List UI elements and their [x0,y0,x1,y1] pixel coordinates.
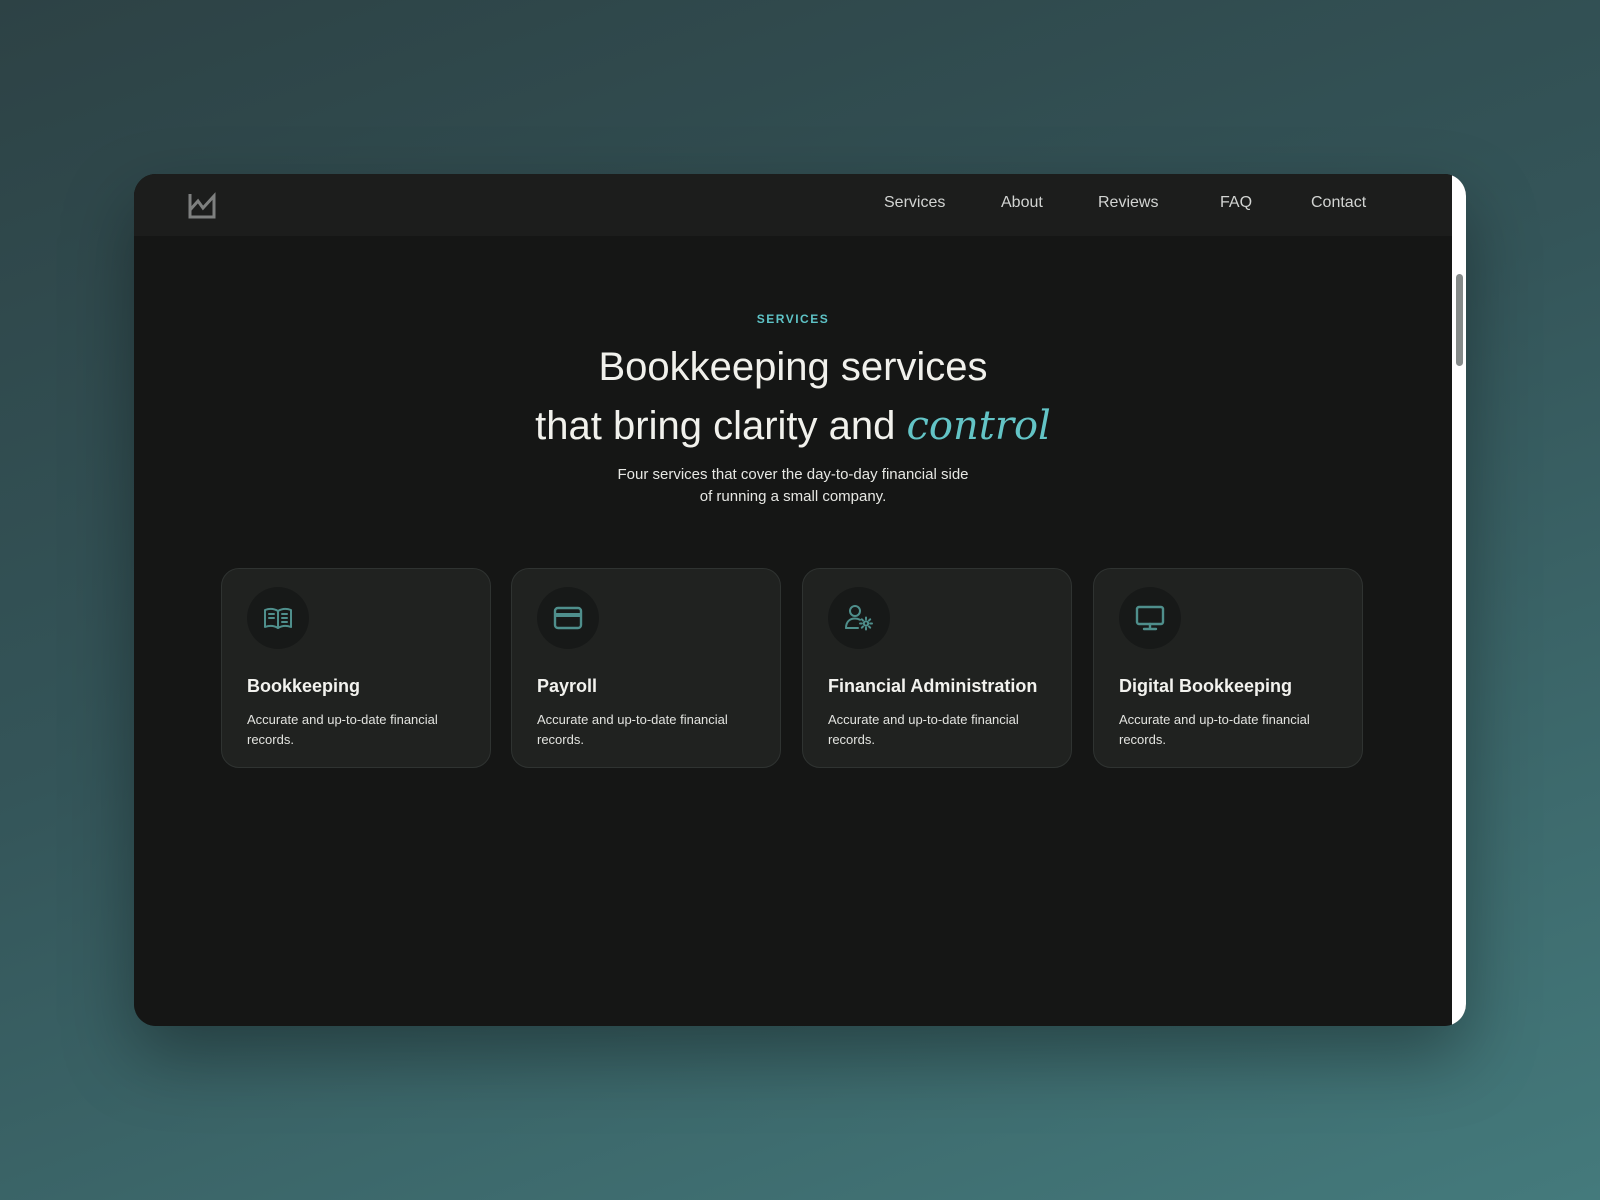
card-description: Accurate and up-to-date financial record… [537,712,728,747]
card-icon-badge [537,587,599,649]
service-card-financial-administration[interactable]: Financial Administration Accurate and up… [802,568,1072,768]
section-subtitle: Four services that cover the day-to-day … [134,464,1452,508]
card-icon-badge [828,587,890,649]
service-card-bookkeeping[interactable]: Bookkeeping Accurate and up-to-date fina… [221,568,491,768]
service-card-payroll[interactable]: Payroll Accurate and up-to-date financia… [511,568,781,768]
card-description: Accurate and up-to-date financial record… [828,712,1019,747]
nav-link-faq[interactable]: FAQ [1220,194,1252,212]
card-description: Accurate and up-to-date financial record… [1119,712,1310,747]
user-gear-icon [845,605,873,631]
section-headline: Bookkeeping services that bring clarity … [134,338,1452,456]
headline-line-2: that bring clarity and control [134,397,1452,456]
book-icon [264,607,292,629]
subtitle-line-1: Four services that cover the day-to-day … [617,466,969,483]
card-icon-badge [1119,587,1181,649]
card-title: Bookkeeping [247,676,361,696]
page-viewport: Services About Reviews FAQ Contact SERVI… [134,174,1452,1026]
top-navigation: Services About Reviews FAQ Contact [134,174,1452,236]
headline-line-2-text: that bring clarity and [535,404,896,448]
scrollbar-thumb[interactable] [1456,274,1463,366]
nav-link-contact[interactable]: Contact [1311,194,1366,212]
service-card-digital-bookkeeping[interactable]: Digital Bookkeeping Accurate and up-to-d… [1093,568,1363,768]
credit-card-icon [553,606,583,630]
card-title: Digital Bookkeeping [1119,676,1293,696]
vertical-scrollbar[interactable] [1452,174,1466,1026]
nav-link-about[interactable]: About [1001,194,1043,212]
nav-link-reviews[interactable]: Reviews [1098,194,1158,212]
section-eyebrow: SERVICES [756,312,830,326]
services-card-grid: Bookkeeping Accurate and up-to-date fina… [221,568,1363,770]
monitor-icon [1135,605,1165,631]
headline-line-1: Bookkeeping services [598,345,988,389]
headline-accent-word: control [906,403,1051,449]
logo-icon[interactable] [187,192,217,220]
browser-window: Services About Reviews FAQ Contact SERVI… [134,174,1466,1026]
nav-link-services[interactable]: Services [884,194,945,212]
card-description: Accurate and up-to-date financial record… [247,712,438,747]
card-icon-badge [247,587,309,649]
card-title: Payroll [537,676,598,696]
subtitle-line-2: of running a small company. [699,488,887,505]
card-title: Financial Administration [828,676,1038,696]
